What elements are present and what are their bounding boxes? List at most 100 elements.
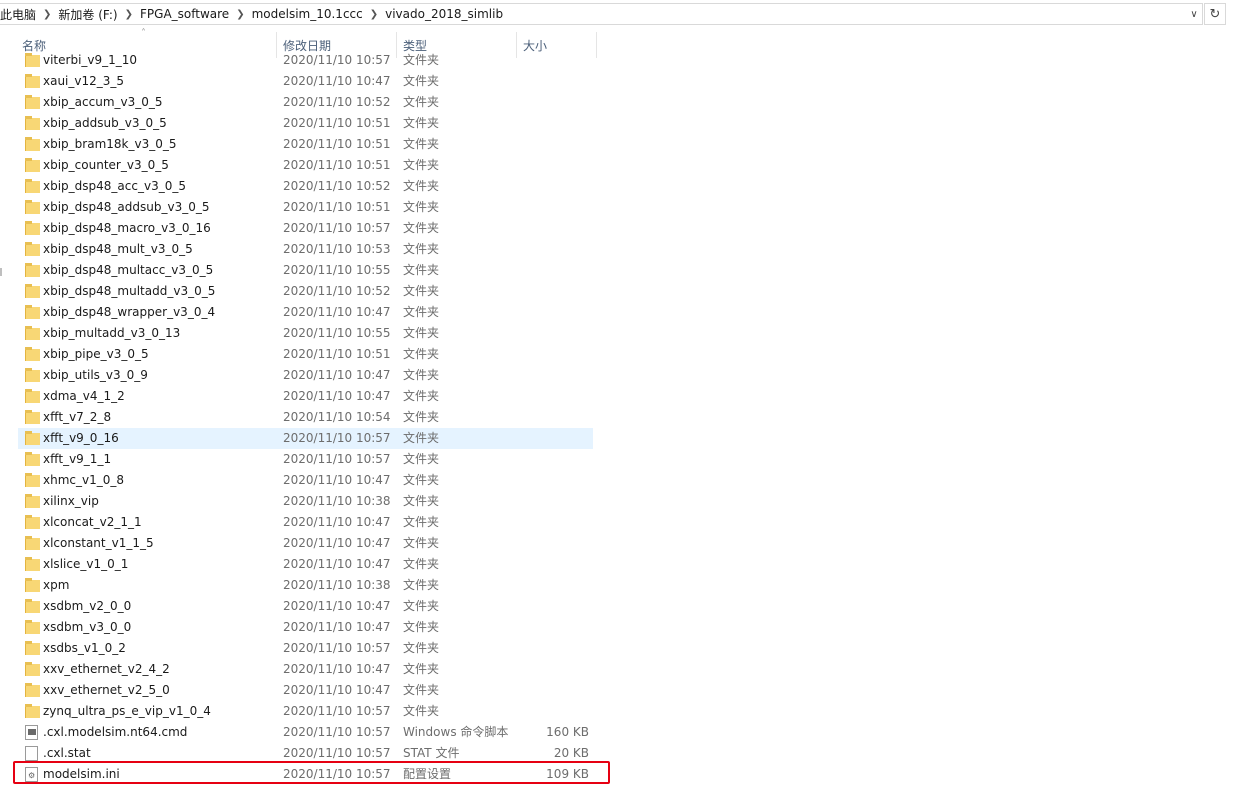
file-row[interactable]: xfft_v7_2_8 2020/11/10 10:54 文件夹 bbox=[18, 407, 593, 428]
file-row[interactable]: zynq_ultra_ps_e_vip_v1_0_4 2020/11/10 10:… bbox=[18, 701, 593, 722]
file-type: 文件夹 bbox=[403, 683, 440, 697]
file-row[interactable]: xfft_v9_1_1 2020/11/10 10:57 文件夹 bbox=[18, 449, 593, 470]
file-name: xhmc_v1_0_8 bbox=[43, 473, 124, 487]
file-name: xbip_dsp48_multadd_v3_0_5 bbox=[43, 284, 216, 298]
file-date: 2020/11/10 10:47 bbox=[283, 368, 391, 382]
file-date: 2020/11/10 10:47 bbox=[283, 74, 391, 88]
file-row[interactable]: xxv_ethernet_v2_5_0 2020/11/10 10:47 文件夹 bbox=[18, 680, 593, 701]
file-date: 2020/11/10 10:55 bbox=[283, 263, 391, 277]
folder-icon bbox=[25, 368, 40, 382]
folder-icon bbox=[25, 410, 40, 424]
file-name: xsdbm_v2_0_0 bbox=[43, 599, 132, 613]
file-row[interactable]: xhmc_v1_0_8 2020/11/10 10:47 文件夹 bbox=[18, 470, 593, 491]
file-row[interactable]: xbip_bram18k_v3_0_5 2020/11/10 10:51 文件夹 bbox=[18, 134, 593, 155]
folder-icon bbox=[25, 389, 40, 403]
file-row[interactable]: xbip_dsp48_macro_v3_0_16 2020/11/10 10:57… bbox=[18, 218, 593, 239]
folder-icon bbox=[25, 179, 40, 193]
file-row[interactable]: xilinx_vip 2020/11/10 10:38 文件夹 bbox=[18, 491, 593, 512]
file-name: xbip_dsp48_wrapper_v3_0_4 bbox=[43, 305, 216, 319]
file-row[interactable]: xsdbm_v2_0_0 2020/11/10 10:47 文件夹 bbox=[18, 596, 593, 617]
file-row[interactable]: .cxl.modelsim.nt64.cmd 2020/11/10 10:57 Wi… bbox=[18, 722, 593, 743]
file-type: 文件夹 bbox=[403, 200, 440, 214]
file-date: 2020/11/10 10:47 bbox=[283, 473, 391, 487]
file-name: xfft_v9_1_1 bbox=[43, 452, 112, 466]
chevron-right-icon[interactable]: ❯ bbox=[233, 9, 247, 20]
file-type: 文件夹 bbox=[403, 599, 440, 613]
file-name: xfft_v9_0_16 bbox=[43, 431, 119, 445]
folder-icon bbox=[25, 662, 40, 676]
folder-icon bbox=[25, 74, 40, 88]
folder-icon bbox=[25, 326, 40, 340]
breadcrumb[interactable]: 此电脑 ❯ 新加卷 (F:) ❯ FPGA_software ❯ modelsi… bbox=[0, 3, 1203, 25]
file-row[interactable]: xbip_utils_v3_0_9 2020/11/10 10:47 文件夹 bbox=[18, 365, 593, 386]
file-row[interactable]: xxv_ethernet_v2_4_2 2020/11/10 10:47 文件夹 bbox=[18, 659, 593, 680]
file-name: xbip_dsp48_addsub_v3_0_5 bbox=[43, 200, 210, 214]
file-row[interactable]: viterbi_v9_1_10 2020/11/10 10:57 文件夹 bbox=[18, 50, 593, 71]
folder-icon bbox=[25, 200, 40, 214]
file-date: 2020/11/10 10:52 bbox=[283, 95, 391, 109]
file-row[interactable]: xlslice_v1_0_1 2020/11/10 10:47 文件夹 bbox=[18, 554, 593, 575]
file-row[interactable]: xbip_accum_v3_0_5 2020/11/10 10:52 文件夹 bbox=[18, 92, 593, 113]
breadcrumb-drive-f[interactable]: 新加卷 (F:) bbox=[54, 6, 121, 23]
folder-icon bbox=[25, 620, 40, 634]
address-history-dropdown[interactable]: ∨ bbox=[1187, 5, 1201, 23]
file-row[interactable]: xsdbs_v1_0_2 2020/11/10 10:57 文件夹 bbox=[18, 638, 593, 659]
file-row[interactable]: xaui_v12_3_5 2020/11/10 10:47 文件夹 bbox=[18, 71, 593, 92]
file-row[interactable]: xbip_counter_v3_0_5 2020/11/10 10:51 文件夹 bbox=[18, 155, 593, 176]
file-row[interactable]: xbip_dsp48_addsub_v3_0_5 2020/11/10 10:51… bbox=[18, 197, 593, 218]
folder-icon bbox=[25, 263, 40, 277]
file-row[interactable]: xbip_dsp48_multadd_v3_0_5 2020/11/10 10:5… bbox=[18, 281, 593, 302]
file-name: xbip_counter_v3_0_5 bbox=[43, 158, 169, 172]
file-name: xbip_pipe_v3_0_5 bbox=[43, 347, 149, 361]
refresh-button[interactable]: ↻ bbox=[1204, 3, 1226, 25]
folder-icon bbox=[25, 704, 40, 718]
folder-icon bbox=[25, 473, 40, 487]
file-type: 文件夹 bbox=[403, 305, 440, 319]
file-row[interactable]: xlconcat_v2_1_1 2020/11/10 10:47 文件夹 bbox=[18, 512, 593, 533]
file-date: 2020/11/10 10:57 bbox=[283, 53, 391, 67]
breadcrumb-vivado-simlib[interactable]: vivado_2018_simlib bbox=[381, 7, 507, 21]
breadcrumb-this-pc[interactable]: 此电脑 bbox=[0, 6, 40, 23]
file-row[interactable]: xpm 2020/11/10 10:38 文件夹 bbox=[18, 575, 593, 596]
file-type: 文件夹 bbox=[403, 116, 440, 130]
file-type: 文件夹 bbox=[403, 473, 440, 487]
folder-icon bbox=[25, 221, 40, 235]
chevron-right-icon[interactable]: ❯ bbox=[367, 9, 381, 20]
file-name: xbip_multadd_v3_0_13 bbox=[43, 326, 181, 340]
file-type: Windows 命令脚本 bbox=[403, 725, 509, 739]
file-date: 2020/11/10 10:47 bbox=[283, 683, 391, 697]
file-row[interactable]: xbip_dsp48_multacc_v3_0_5 2020/11/10 10:5… bbox=[18, 260, 593, 281]
chevron-right-icon[interactable]: ❯ bbox=[40, 9, 54, 20]
folder-icon bbox=[25, 242, 40, 256]
file-row[interactable]: xbip_pipe_v3_0_5 2020/11/10 10:51 文件夹 bbox=[18, 344, 593, 365]
file-date: 2020/11/10 10:57 bbox=[283, 704, 391, 718]
file-row[interactable]: xsdbm_v3_0_0 2020/11/10 10:47 文件夹 bbox=[18, 617, 593, 638]
file-name: xbip_addsub_v3_0_5 bbox=[43, 116, 167, 130]
file-date: 2020/11/10 10:47 bbox=[283, 536, 391, 550]
file-type: 文件夹 bbox=[403, 452, 440, 466]
file-row[interactable]: xbip_multadd_v3_0_13 2020/11/10 10:55 文件夹 bbox=[18, 323, 593, 344]
file-row[interactable]: xdma_v4_1_2 2020/11/10 10:47 文件夹 bbox=[18, 386, 593, 407]
chevron-right-icon[interactable]: ❯ bbox=[122, 9, 136, 20]
file-type: 文件夹 bbox=[403, 431, 440, 445]
file-row[interactable]: xfft_v9_0_16 2020/11/10 10:57 文件夹 bbox=[18, 428, 593, 449]
folder-icon bbox=[25, 494, 40, 508]
folder-icon bbox=[25, 158, 40, 172]
breadcrumb-modelsim[interactable]: modelsim_10.1ccc bbox=[248, 7, 367, 21]
file-name: xfft_v7_2_8 bbox=[43, 410, 112, 424]
breadcrumb-fpga-software[interactable]: FPGA_software bbox=[136, 7, 233, 21]
file-type: 文件夹 bbox=[403, 179, 440, 193]
file-name: xlslice_v1_0_1 bbox=[43, 557, 129, 571]
file-name: xbip_dsp48_acc_v3_0_5 bbox=[43, 179, 186, 193]
file-date: 2020/11/10 10:57 bbox=[283, 221, 391, 235]
file-type: 文件夹 bbox=[403, 284, 440, 298]
folder-icon bbox=[25, 137, 40, 151]
file-row[interactable]: xbip_dsp48_wrapper_v3_0_4 2020/11/10 10:4… bbox=[18, 302, 593, 323]
file-row[interactable]: xlconstant_v1_1_5 2020/11/10 10:47 文件夹 bbox=[18, 533, 593, 554]
folder-icon bbox=[25, 284, 40, 298]
file-name: xbip_bram18k_v3_0_5 bbox=[43, 137, 177, 151]
file-row[interactable]: xbip_dsp48_mult_v3_0_5 2020/11/10 10:53 文件… bbox=[18, 239, 593, 260]
file-row[interactable]: xbip_dsp48_acc_v3_0_5 2020/11/10 10:52 文件夹 bbox=[18, 176, 593, 197]
file-row[interactable]: xbip_addsub_v3_0_5 2020/11/10 10:51 文件夹 bbox=[18, 113, 593, 134]
folder-icon bbox=[25, 599, 40, 613]
